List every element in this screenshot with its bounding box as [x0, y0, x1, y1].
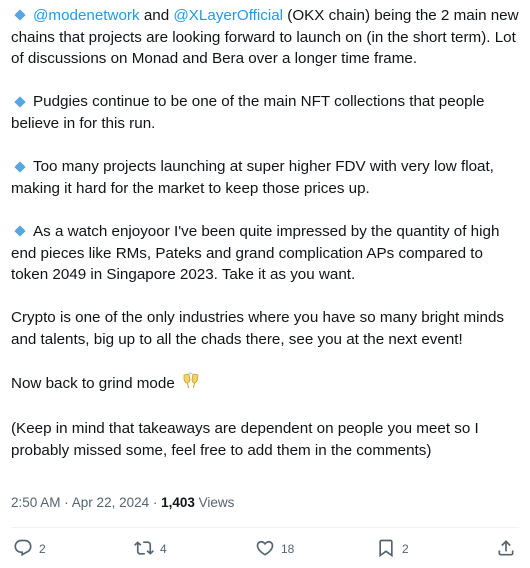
timestamp-link[interactable]: 2:50 AM · Apr 22, 2024 [11, 495, 149, 510]
like-button[interactable]: 18 [255, 538, 294, 560]
paragraph-text: (Keep in mind that takeaways are depende… [11, 420, 479, 459]
reply-button[interactable]: 2 [13, 538, 46, 560]
tweet-meta: 2:50 AM · Apr 22, 2024 · 1,403 Views [11, 495, 234, 511]
paragraph-text: Too many projects launching at super hig… [11, 158, 494, 197]
meta-separator: · [149, 495, 162, 510]
tweet-date: Apr 22, 2024 [71, 495, 150, 510]
reply-count: 2 [39, 542, 46, 556]
tweet-text: @modenetwork and @XLayerOfficial (OKX ch… [11, 5, 521, 483]
retweet-button[interactable]: 4 [134, 538, 167, 560]
paragraph-text: Pudgies continue to be one of the main N… [11, 93, 485, 132]
tweet-paragraph: (Keep in mind that takeaways are depende… [11, 418, 521, 461]
blue-diamond-icon [14, 96, 26, 108]
bookmark-icon [376, 538, 396, 561]
tweet-paragraph: Pudgies continue to be one of the main N… [11, 91, 521, 134]
views-label: Views [194, 495, 235, 510]
mention-modenetwork-link[interactable]: @modenetwork [33, 7, 140, 24]
tweet-paragraph: Too many projects launching at super hig… [11, 156, 521, 199]
blue-diamond-icon [14, 160, 26, 173]
views-count: 1,403 [161, 495, 195, 510]
paragraph-text: As a watch enjoyoor I've been quite impr… [11, 222, 500, 284]
bookmark-count: 2 [402, 542, 409, 556]
reply-icon [13, 538, 33, 561]
like-count: 18 [281, 542, 295, 556]
tweet-paragraph: As a watch enjoyoor I've been quite impr… [11, 221, 521, 286]
blue-diamond-icon [14, 225, 26, 238]
paragraph-text: Now back to grind mode [11, 375, 175, 393]
share-button[interactable] [496, 538, 516, 560]
paragraph-text: and [139, 7, 174, 24]
retweet-count: 4 [160, 542, 167, 556]
share-icon [496, 538, 516, 561]
retweet-icon [134, 538, 154, 561]
tweet-paragraph: Crypto is one of the only industries whe… [11, 307, 521, 350]
clinking-glasses-icon [181, 372, 201, 397]
divider [11, 527, 519, 528]
tweet-actions: 2 4 18 2 [13, 538, 518, 560]
heart-icon [255, 538, 275, 561]
tweet-paragraph: Now back to grind mode [11, 372, 521, 397]
meta-separator: · [60, 495, 72, 510]
paragraph-text: Crypto is one of the only industries whe… [11, 309, 505, 348]
tweet-time: 2:50 AM [11, 495, 61, 510]
tweet-paragraph: @modenetwork and @XLayerOfficial (OKX ch… [11, 5, 521, 70]
bookmark-button[interactable]: 2 [376, 538, 409, 560]
mention-xlayerofficial-link[interactable]: @XLayerOfficial [173, 7, 283, 24]
blue-diamond-icon [14, 9, 26, 22]
